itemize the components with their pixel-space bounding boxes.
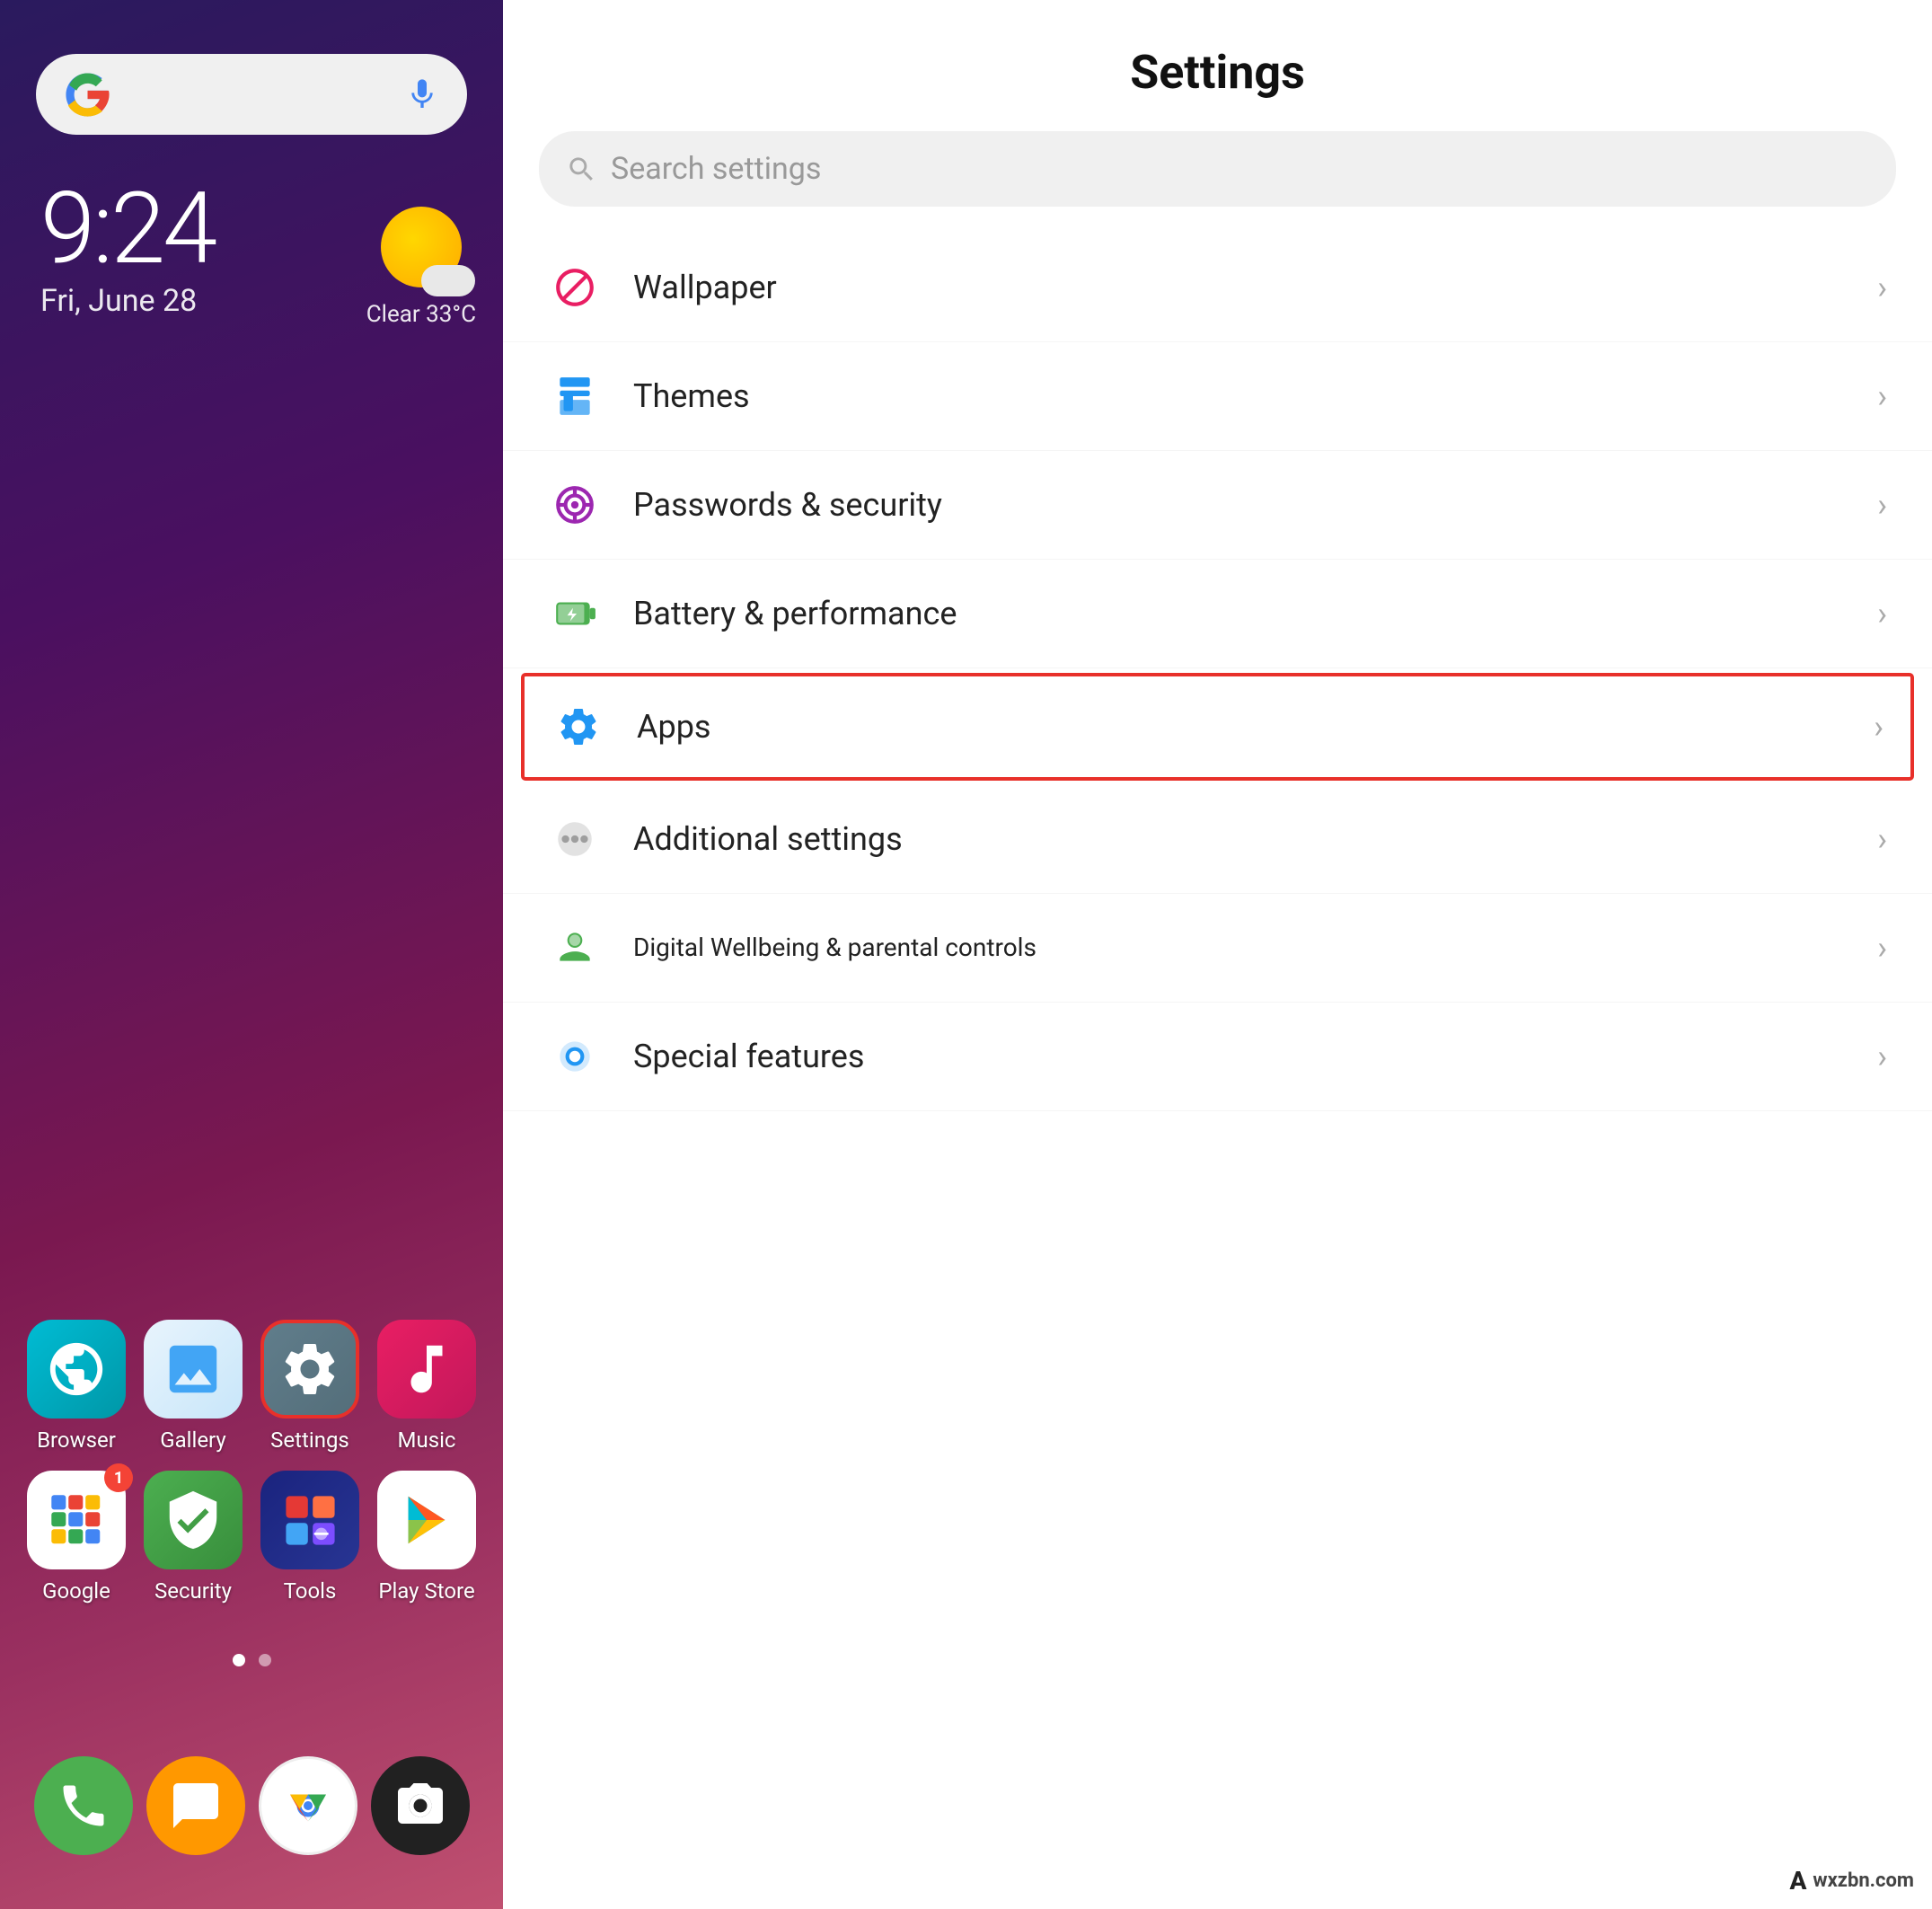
wallpaper-chevron: › [1877,269,1887,306]
search-placeholder: Search settings [611,151,821,187]
page-dots [0,1654,503,1666]
chrome-icon [281,1779,335,1833]
app-gallery[interactable]: Gallery [139,1320,247,1453]
app-playstore[interactable]: Play Store [373,1471,481,1604]
google-g-icon [63,70,112,119]
security-app-icon [162,1489,225,1551]
wellbeing-icon [548,921,602,975]
google-badge: 1 [104,1463,133,1492]
security-label: Security [154,1578,232,1604]
settings-list: Wallpaper › Themes › [503,234,1932,1864]
tools-label: Tools [284,1578,337,1604]
battery-icon [548,587,602,641]
bottom-dock [0,1756,503,1855]
dock-messages[interactable] [146,1756,245,1855]
dock-camera[interactable] [371,1756,470,1855]
music-icon [395,1338,458,1401]
time: 9:24 [40,180,215,278]
messages-icon [169,1779,223,1833]
settings-item-wellbeing[interactable]: Digital Wellbeing & parental controls › [503,894,1932,1003]
additional-text: Additional settings [633,820,1868,858]
settings-panel: Settings Search settings Wallpaper › [503,0,1932,1909]
additional-icon [548,812,602,866]
gallery-label: Gallery [160,1427,226,1453]
dot-1 [233,1654,245,1666]
app-row-2: 1 Google Security [18,1471,485,1604]
google-apps-icon [45,1489,108,1551]
wellbeing-text: Digital Wellbeing & parental controls [633,932,1868,964]
music-label: Music [398,1427,456,1453]
special-text: Special features [633,1038,1868,1075]
wallpaper-text: Wallpaper [633,269,1868,306]
settings-item-battery[interactable]: Battery & performance › [503,560,1932,668]
appuals-text: A [1789,1866,1805,1896]
phone-icon [57,1779,110,1833]
passwords-icon [548,478,602,532]
playstore-icon [395,1489,458,1551]
passwords-label: Passwords & security [633,486,942,524]
date: Fri, June 28 [40,283,215,319]
themes-label: Themes [633,377,750,415]
settings-title: Settings [503,45,1932,100]
special-label: Special features [633,1038,864,1075]
google-label: Google [42,1578,110,1604]
browser-label: Browser [37,1427,116,1453]
apps-icon [551,700,605,754]
special-icon [548,1030,602,1083]
phone-search-bar[interactable] [36,54,467,135]
settings-label: Settings [270,1427,349,1453]
additional-chevron: › [1877,820,1887,858]
watermark-area: A wxzbn.com [1789,1866,1914,1896]
weather-cloud-icon [421,265,475,296]
themes-text: Themes [633,377,1868,415]
weather-widget: Clear 33°C [366,207,476,328]
settings-item-apps[interactable]: Apps › [521,673,1914,781]
settings-item-passwords[interactable]: Passwords & security › [503,451,1932,560]
themes-icon [548,369,602,423]
settings-item-additional[interactable]: Additional settings › [503,785,1932,894]
phone-screen: 9:24 Fri, June 28 Clear 33°C Browser [0,0,503,1909]
tools-icon [281,1491,340,1550]
apps-label: Apps [637,708,711,746]
apps-text: Apps [637,708,1865,746]
app-grid: Browser Gallery [0,1320,503,1622]
watermark-text: wxzbn.com [1813,1869,1914,1892]
wellbeing-label: Digital Wellbeing & parental controls [633,932,1037,962]
wellbeing-chevron: › [1877,929,1887,967]
playstore-label: Play Store [378,1578,474,1604]
search-icon [566,154,597,185]
app-row-1: Browser Gallery [18,1320,485,1453]
app-music[interactable]: Music [373,1320,481,1453]
dock-phone[interactable] [34,1756,133,1855]
passwords-chevron: › [1877,486,1887,524]
dot-2 [259,1654,271,1666]
mic-icon [404,76,440,112]
weather-text: Clear 33°C [366,301,476,328]
wallpaper-icon [548,261,602,314]
dock-chrome[interactable] [259,1756,357,1855]
browser-icon [45,1338,108,1401]
special-chevron: › [1877,1038,1887,1075]
passwords-text: Passwords & security [633,486,1868,524]
wallpaper-label: Wallpaper [633,269,777,306]
time-display: 9:24 Fri, June 28 [40,180,215,319]
settings-search-bar[interactable]: Search settings [539,131,1896,207]
app-settings[interactable]: Settings [256,1320,364,1453]
app-google[interactable]: 1 Google [22,1471,130,1604]
additional-label: Additional settings [633,820,903,858]
camera-icon [393,1779,447,1833]
settings-item-wallpaper[interactable]: Wallpaper › [503,234,1932,342]
apps-chevron: › [1874,708,1883,746]
settings-item-special[interactable]: Special features › [503,1003,1932,1111]
app-browser[interactable]: Browser [22,1320,130,1453]
battery-label: Battery & performance [633,595,957,632]
battery-text: Battery & performance [633,595,1868,632]
battery-chevron: › [1877,595,1887,632]
settings-item-themes[interactable]: Themes › [503,342,1932,451]
app-tools[interactable]: Tools [256,1471,364,1604]
app-security[interactable]: Security [139,1471,247,1604]
gallery-icon [162,1338,225,1401]
settings-icon [278,1338,341,1401]
themes-chevron: › [1877,377,1887,415]
